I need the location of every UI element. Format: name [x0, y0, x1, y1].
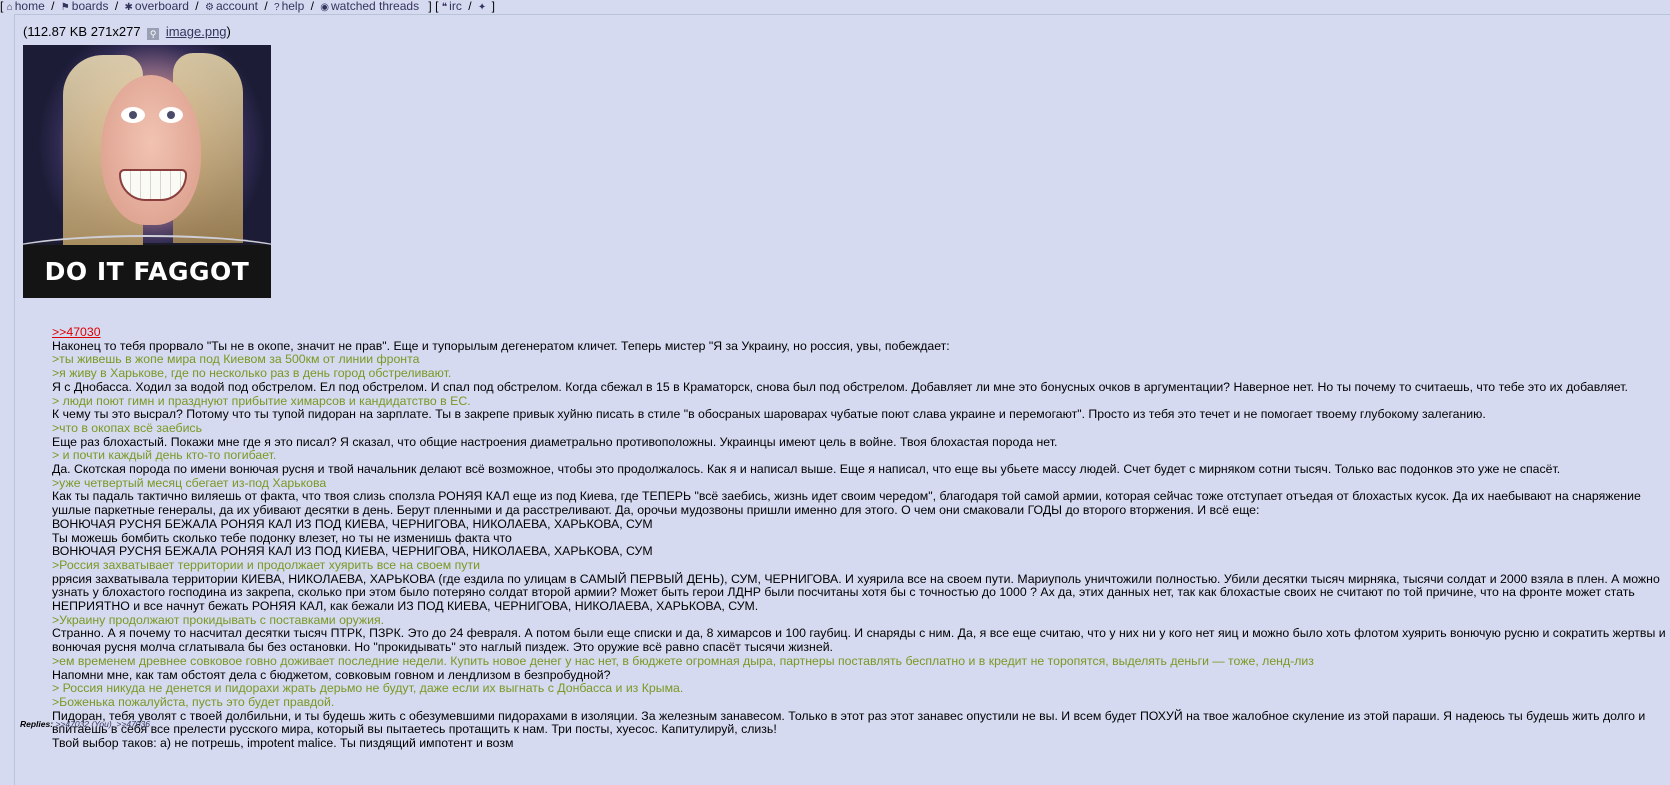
quote-icon: ❝ — [441, 2, 448, 13]
greentext-line: >что в окопах всё заебись — [52, 420, 202, 435]
nav-help-label: help — [281, 0, 305, 13]
greentext-line: > и почти каждый день кто-то погибает. — [52, 448, 277, 463]
post-text-line: К чему ты это высрал? Потому что ты тупо… — [52, 407, 1486, 422]
greentext-line: >Боженька пожалуйста, пусть это будет пр… — [52, 694, 335, 709]
post-text-line: Пидоран, тебя уволят с твоей долбильни, … — [52, 708, 1646, 737]
asterisk-icon: ✱ — [124, 2, 133, 13]
question-icon: ? — [274, 2, 280, 13]
nav-boards-link[interactable]: ⚑ boards — [61, 0, 109, 13]
nav-overboard-link[interactable]: ✱ overboard — [125, 0, 189, 13]
post-body: >>47030 Наконец то тебя прорвало "Ты не … — [52, 325, 1667, 751]
nav-watched-threads-link[interactable]: ◉ watched threads — [320, 0, 419, 13]
post-text-line: Я с Днобасса. Ходил за водой под обстрел… — [52, 379, 1628, 394]
greentext-line: >ты живешь в жопе мира под Киевом за 500… — [52, 352, 420, 367]
file-name-link[interactable]: image.png — [166, 24, 227, 39]
post-text-line: Твой выбор таков: а) не потрешь, impoten… — [52, 736, 514, 751]
replies-label: Replies: — [20, 719, 54, 729]
top-nav-bar: [ ⌂ home / ⚑ boards / ✱ overboard / ⚙ accoun… — [0, 0, 1670, 14]
nav-watched-threads-label: watched threads — [331, 0, 420, 13]
nav-account-link[interactable]: ⚙ account — [205, 0, 258, 13]
nav-separator: / — [264, 0, 268, 13]
nav-separator: / — [51, 0, 55, 13]
reply-reference-link[interactable]: >>47030 — [52, 325, 101, 339]
nav-separator: / — [310, 0, 314, 13]
thumbnail-eye-right — [159, 107, 183, 123]
nav-irc-link[interactable]: ❝ irc — [442, 0, 462, 13]
post-image-thumbnail[interactable]: DO IT FAGGOT — [23, 45, 271, 298]
post-text-line: Ты можешь бомбить сколько тебе подонку в… — [52, 530, 512, 545]
post-text-line: Еще раз блохастый. Покажи мне где я это … — [52, 434, 1058, 449]
nav-irc-label: irc — [449, 0, 462, 13]
magnifier-icon[interactable]: ⚲ — [147, 28, 160, 40]
file-size-dimensions: (112.87 KB 271x277 — [23, 24, 141, 39]
nav-home-link[interactable]: ⌂ home — [7, 0, 45, 13]
greentext-line: >уже четвертый месяц сбегает из-под Харь… — [52, 475, 327, 490]
nav-boards-label: boards — [71, 0, 109, 13]
nav-separator: / — [468, 0, 472, 13]
file-info: (112.87 KB 271x277 ⚲ image.png) — [23, 24, 231, 40]
image-caption-text: DO IT FAGGOT — [23, 245, 271, 298]
nav-bracket: [ — [0, 0, 4, 13]
twitter-icon: ✦ — [477, 2, 487, 13]
greentext-line: >Украину продолжают прокидывать с постав… — [52, 612, 385, 627]
post-lines: Наконец то тебя прорвало "Ты не в окопе,… — [52, 338, 1667, 751]
nav-help-link[interactable]: ? help — [274, 0, 304, 13]
replies-section: Replies: >>47032 (You), >>47036 — [20, 719, 150, 729]
post-text-line: Странно. А я почему то насчитал десятки … — [52, 626, 1666, 655]
thumbnail-eye-left — [121, 107, 145, 123]
post-text-line: Как ты падаль тактично виляешь от факта,… — [52, 489, 1641, 518]
post-text-line: Да. Скотская порода по имени вонючая рус… — [52, 462, 1561, 477]
thumbnail-face — [101, 75, 201, 225]
post-container: (112.87 KB 271x277 ⚲ image.png) DO IT FA… — [14, 14, 1670, 785]
post-text-line: Наконец то тебя прорвало "Ты не в окопе,… — [52, 338, 950, 353]
tags-icon: ⚑ — [60, 2, 70, 13]
nav-overboard-label: overboard — [134, 0, 189, 13]
gear-icon: ⚙ — [204, 2, 214, 13]
nav-account-label: account — [215, 0, 258, 13]
replies-links[interactable]: >>47032 (You), >>47036 — [55, 719, 150, 729]
greentext-line: > Россия никуда не денется и пидорахи жр… — [52, 681, 684, 696]
nav-separator: / — [195, 0, 199, 13]
greentext-line: >я живу в Харькове, где по несколько раз… — [52, 366, 452, 381]
post-text-line: ВОНЮЧАЯ РУСНЯ БЕЖАЛА РОНЯЯ КАЛ ИЗ ПОД КИ… — [52, 516, 653, 531]
greentext-line: >ем временем древнее совковое говно дожи… — [52, 653, 1314, 668]
home-icon: ⌂ — [6, 2, 13, 13]
nav-home-label: home — [14, 0, 45, 13]
greentext-line: >Россия захватывает территории и продолж… — [52, 557, 480, 572]
nav-separator: / — [114, 0, 119, 13]
nav-bracket: ] [ — [428, 0, 439, 13]
nav-twitter-link[interactable]: ✦ — [478, 0, 488, 13]
eye-icon: ◉ — [320, 2, 330, 13]
post-text-line: ВОНЮЧАЯ РУСНЯ БЕЖАЛА РОНЯЯ КАЛ ИЗ ПОД КИ… — [52, 544, 653, 559]
post-text-line: ррясия захватывала территории КИЕВА, НИК… — [52, 571, 1660, 614]
greentext-line: > люди поют гимн и празднуют прибытие хи… — [52, 393, 471, 408]
post-text-line: Напомни мне, как там обстоят дела с бюдж… — [52, 667, 611, 682]
nav-bracket: ] — [491, 0, 495, 13]
file-info-paren: ) — [226, 24, 231, 39]
